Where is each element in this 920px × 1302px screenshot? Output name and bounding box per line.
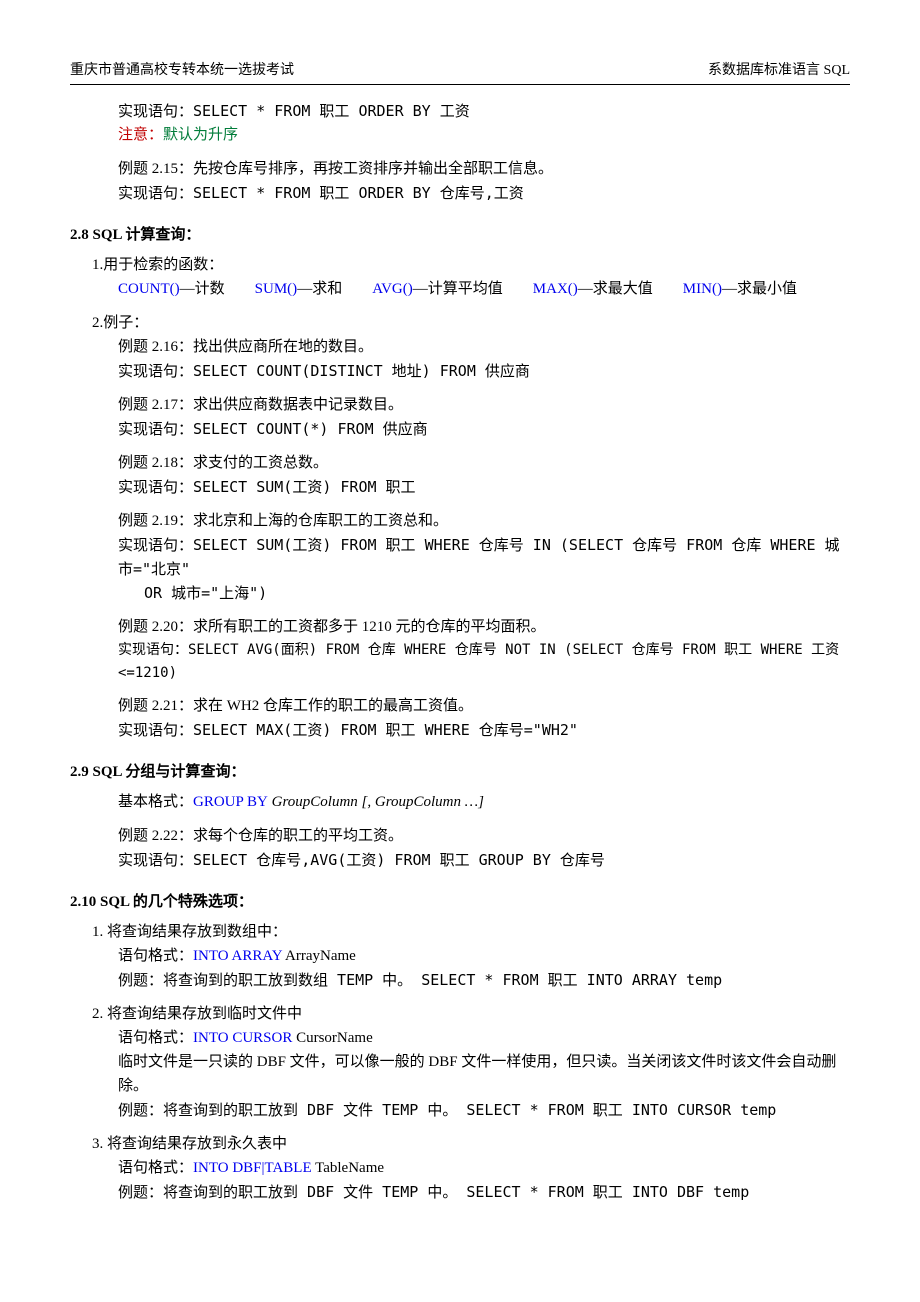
function-list: COUNT()—计数 SUM()—求和 AVG()—计算平均值 MAX()—求最… <box>118 277 850 301</box>
func-min: MIN()—求最小值 <box>683 277 797 301</box>
opt-2-desc: 临时文件是一只读的 DBF 文件，可以像一般的 DBF 文件一样使用，但只读。当… <box>118 1050 850 1098</box>
opt-2-example: 例题：将查询到的职工放到 DBF 文件 TEMP 中。 SELECT * FRO… <box>118 1098 850 1122</box>
ex-2-21-q: 例题 2.21：求在 WH2 仓库工作的职工的最高工资值。 <box>118 694 850 718</box>
func-max: MAX()—求最大值 <box>533 277 653 301</box>
func-count: COUNT()—计数 <box>118 277 225 301</box>
ex-2-22-q: 例题 2.22：求每个仓库的职工的平均工资。 <box>118 824 850 848</box>
header-right: 系数据库标准语言 SQL <box>708 60 850 82</box>
ex-2-20-q: 例题 2.20：求所有职工的工资都多于 1210 元的仓库的平均面积。 <box>118 615 850 639</box>
note-line: 注意：默认为升序 <box>118 123 850 147</box>
subitem-examples: 2.例子： <box>92 311 850 335</box>
note-text: 默认为升序 <box>163 127 238 143</box>
page: 重庆市普通高校专转本统一选拔考试 系数据库标准语言 SQL 实现语句：SELEC… <box>0 0 920 1284</box>
ex-2-17-q: 例题 2.17：求出供应商数据表中记录数目。 <box>118 393 850 417</box>
ex-2-15-q: 例题 2.15：先按仓库号排序，再按工资排序并输出全部职工信息。 <box>118 157 850 181</box>
section-2-9-title: 2.9 SQL 分组与计算查询： <box>70 760 850 784</box>
section-2-10-title: 2.10 SQL 的几个特殊选项： <box>70 890 850 914</box>
func-avg: AVG()—计算平均值 <box>372 277 503 301</box>
opt-1-example: 例题：将查询到的职工放到数组 TEMP 中。 SELECT * FROM 职工 … <box>118 968 850 992</box>
opt-3-example: 例题：将查询到的职工放到 DBF 文件 TEMP 中。 SELECT * FRO… <box>118 1180 850 1204</box>
ex-2-21-sql: 实现语句：SELECT MAX(工资) FROM 职工 WHERE 仓库号="W… <box>118 718 850 742</box>
opt-3-format: 语句格式：INTO DBF|TABLE TableName <box>118 1156 850 1180</box>
ex-2-16-q: 例题 2.16：找出供应商所在地的数目。 <box>118 335 850 359</box>
opt-3-title: 3. 将查询结果存放到永久表中 <box>92 1132 850 1156</box>
opt-2-title: 2. 将查询结果存放到临时文件中 <box>92 1002 850 1026</box>
header-left: 重庆市普通高校专转本统一选拔考试 <box>70 60 294 82</box>
ex-2-15-sql: 实现语句：SELECT * FROM 职工 ORDER BY 仓库号,工资 <box>118 181 850 205</box>
ex-2-18-q: 例题 2.18：求支付的工资总数。 <box>118 451 850 475</box>
ex-2-19-sql-2: OR 城市="上海") <box>144 581 850 605</box>
opt-1-title: 1. 将查询结果存放到数组中： <box>92 920 850 944</box>
ex-2-20-sql: 实现语句：SELECT AVG(面积) FROM 仓库 WHERE 仓库号 NO… <box>118 639 850 684</box>
stmt-2-14: 实现语句：SELECT * FROM 职工 ORDER BY 工资 <box>118 99 850 123</box>
group-by-format: 基本格式：GROUP BY GroupColumn [, GroupColumn… <box>118 790 850 814</box>
ex-2-17-sql: 实现语句：SELECT COUNT(*) FROM 供应商 <box>118 417 850 441</box>
ex-2-19-sql-1: 实现语句：SELECT SUM(工资) FROM 职工 WHERE 仓库号 IN… <box>118 533 850 581</box>
subitem-functions: 1.用于检索的函数： <box>92 253 850 277</box>
opt-1-format: 语句格式：INTO ARRAY ArrayName <box>118 944 850 968</box>
ex-2-16-sql: 实现语句：SELECT COUNT(DISTINCT 地址) FROM 供应商 <box>118 359 850 383</box>
ex-2-22-sql: 实现语句：SELECT 仓库号,AVG(工资) FROM 职工 GROUP BY… <box>118 848 850 872</box>
ex-2-18-sql: 实现语句：SELECT SUM(工资) FROM 职工 <box>118 475 850 499</box>
func-sum: SUM()—求和 <box>255 277 343 301</box>
ex-2-19-q: 例题 2.19：求北京和上海的仓库职工的工资总和。 <box>118 509 850 533</box>
note-prefix: 注意： <box>118 127 163 143</box>
page-header: 重庆市普通高校专转本统一选拔考试 系数据库标准语言 SQL <box>70 60 850 85</box>
section-2-8-title: 2.8 SQL 计算查询： <box>70 223 850 247</box>
opt-2-format: 语句格式：INTO CURSOR CursorName <box>118 1026 850 1050</box>
